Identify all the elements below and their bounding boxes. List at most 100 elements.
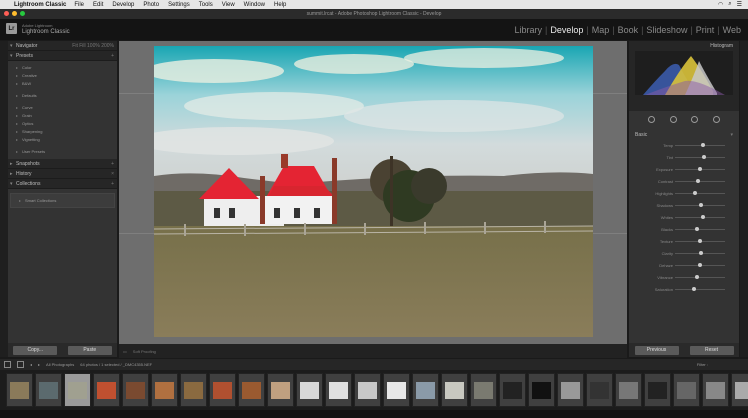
- zoom-200[interactable]: 200%: [101, 43, 114, 49]
- filmstrip-thumbnail[interactable]: [93, 373, 120, 407]
- slider-handle[interactable]: [695, 275, 699, 279]
- slider-handle[interactable]: [702, 155, 706, 159]
- slider-track[interactable]: [675, 203, 725, 207]
- slider-row[interactable]: Temp: [635, 143, 733, 149]
- filmstrip-thumbnail[interactable]: [644, 373, 671, 407]
- slider-row[interactable]: Blacks: [635, 227, 733, 233]
- module-library[interactable]: Library: [511, 25, 545, 35]
- left-panel-toggle[interactable]: [0, 41, 8, 357]
- clear-history-icon[interactable]: ×: [111, 171, 114, 177]
- preset-group-curve[interactable]: Curve: [8, 103, 117, 111]
- control-center-icon[interactable]: ☰: [737, 1, 742, 8]
- slider-handle[interactable]: [696, 179, 700, 183]
- slider-row[interactable]: Texture: [635, 239, 733, 245]
- slider-row[interactable]: Clarity: [635, 251, 733, 257]
- search-icon[interactable]: ⌕: [728, 1, 731, 8]
- filmstrip-thumbnail[interactable]: [673, 373, 700, 407]
- wifi-icon[interactable]: ◠: [718, 1, 723, 8]
- slider-row[interactable]: Tint: [635, 155, 733, 161]
- filmstrip-thumbnail[interactable]: [151, 373, 178, 407]
- filmstrip-thumbnail[interactable]: [702, 373, 729, 407]
- basic-header[interactable]: Basic ▾: [629, 131, 739, 141]
- forward-arrow-icon[interactable]: ▸: [38, 362, 40, 367]
- slider-handle[interactable]: [698, 239, 702, 243]
- add-preset-icon[interactable]: +: [111, 53, 114, 59]
- filmstrip-thumbnail[interactable]: [209, 373, 236, 407]
- back-arrow-icon[interactable]: ◂: [30, 362, 32, 367]
- collections-header[interactable]: ▾ Collections +: [8, 179, 117, 189]
- presets-header[interactable]: ▾ Presets +: [8, 51, 117, 61]
- slider-row[interactable]: Shadows: [635, 203, 733, 209]
- filmstrip-thumbnail[interactable]: [122, 373, 149, 407]
- menu-tools[interactable]: Tools: [199, 2, 213, 8]
- preset-group-sharpening[interactable]: Sharpening: [8, 127, 117, 135]
- filmstrip-thumbnail[interactable]: [441, 373, 468, 407]
- filmstrip-thumbnail[interactable]: [470, 373, 497, 407]
- preset-group-defaults[interactable]: Defaults: [8, 91, 117, 99]
- filmstrip-thumbnail[interactable]: [267, 373, 294, 407]
- loupe-view-icon[interactable]: [17, 361, 24, 368]
- snapshots-header[interactable]: ▸ Snapshots +: [8, 159, 117, 169]
- filmstrip-thumbnail[interactable]: [296, 373, 323, 407]
- slider-row[interactable]: Whites: [635, 215, 733, 221]
- slider-track[interactable]: [675, 179, 725, 183]
- preset-group-vignetting[interactable]: Vignetting: [8, 135, 117, 143]
- filmstrip-thumbnail[interactable]: [557, 373, 584, 407]
- crop-tool-icon[interactable]: [648, 115, 656, 123]
- minimize-window-icon[interactable]: [12, 11, 17, 16]
- soft-proofing-toggle[interactable]: Soft Proofing: [133, 349, 156, 354]
- slider-track[interactable]: [675, 275, 725, 279]
- previous-button[interactable]: Previous: [634, 345, 679, 355]
- module-book[interactable]: Book: [615, 25, 642, 35]
- photo-preview[interactable]: [154, 46, 593, 337]
- graduated-filter-icon[interactable]: [712, 115, 720, 123]
- slider-track[interactable]: [675, 239, 725, 243]
- slider-handle[interactable]: [692, 287, 696, 291]
- slider-row[interactable]: Vibrance: [635, 275, 733, 281]
- slider-track[interactable]: [675, 155, 725, 159]
- preset-group-user[interactable]: User Presets: [8, 147, 117, 155]
- history-header[interactable]: ▸ History ×: [8, 169, 117, 179]
- slider-track[interactable]: [675, 227, 725, 231]
- menu-view[interactable]: View: [222, 2, 235, 8]
- slider-track[interactable]: [675, 263, 725, 267]
- filmstrip-thumbnail[interactable]: [528, 373, 555, 407]
- filmstrip-thumbnail[interactable]: [64, 373, 91, 407]
- right-panel-toggle[interactable]: [740, 41, 748, 357]
- slider-track[interactable]: [675, 191, 725, 195]
- bottom-panel-toggle[interactable]: [0, 410, 748, 418]
- close-window-icon[interactable]: [4, 11, 9, 16]
- slider-track[interactable]: [675, 251, 725, 255]
- preset-group-optics[interactable]: Optics: [8, 119, 117, 127]
- slider-handle[interactable]: [701, 215, 705, 219]
- preset-group-bw[interactable]: B&W: [8, 79, 117, 87]
- filmstrip-thumbnail[interactable]: [354, 373, 381, 407]
- slider-track[interactable]: [675, 287, 725, 291]
- menu-window[interactable]: Window: [244, 2, 265, 8]
- filmstrip-thumbnail[interactable]: [499, 373, 526, 407]
- slider-row[interactable]: Dehaze: [635, 263, 733, 269]
- filmstrip-thumbnail[interactable]: [325, 373, 352, 407]
- module-develop[interactable]: Develop: [547, 25, 586, 35]
- red-eye-icon[interactable]: [691, 115, 699, 123]
- menu-develop[interactable]: Develop: [112, 2, 134, 8]
- slider-track[interactable]: [675, 215, 725, 219]
- menu-help[interactable]: Help: [274, 2, 286, 8]
- filmstrip-thumbnail[interactable]: [35, 373, 62, 407]
- menu-file[interactable]: File: [74, 2, 84, 8]
- module-web[interactable]: Web: [720, 25, 744, 35]
- preset-group-creative[interactable]: Creative: [8, 71, 117, 79]
- preset-group-color[interactable]: Color: [8, 63, 117, 71]
- filmstrip-thumbnail[interactable]: [412, 373, 439, 407]
- grid-view-icon[interactable]: [4, 361, 11, 368]
- slider-row[interactable]: Saturation: [635, 287, 733, 293]
- slider-handle[interactable]: [698, 263, 702, 267]
- app-menu[interactable]: Lightroom Classic: [14, 2, 66, 8]
- menu-settings[interactable]: Settings: [168, 2, 190, 8]
- menu-photo[interactable]: Photo: [143, 2, 159, 8]
- filmstrip-thumbnail[interactable]: [586, 373, 613, 407]
- spot-removal-icon[interactable]: [669, 115, 677, 123]
- module-print[interactable]: Print: [693, 25, 718, 35]
- slider-handle[interactable]: [693, 191, 697, 195]
- slider-track[interactable]: [675, 167, 725, 171]
